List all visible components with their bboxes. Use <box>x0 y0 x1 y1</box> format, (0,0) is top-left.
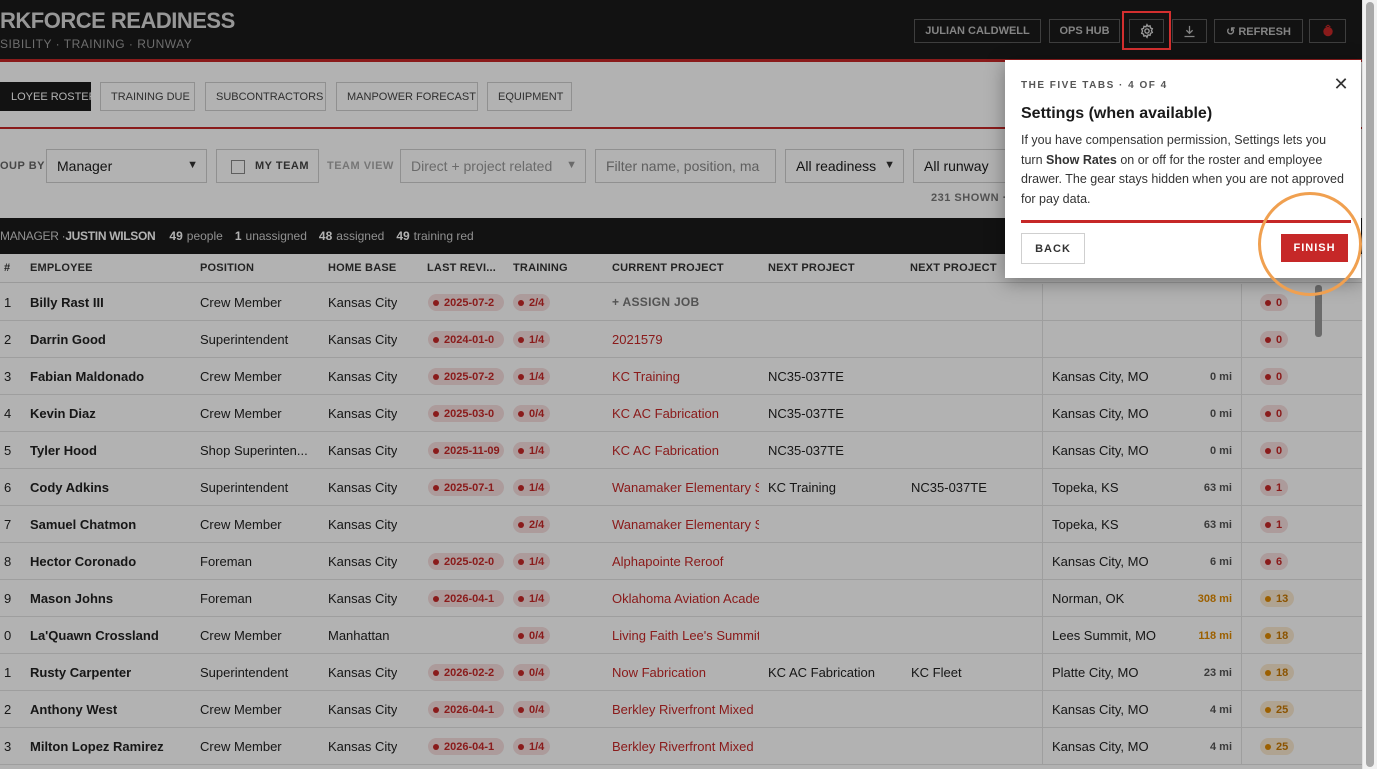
tour-step-label: THE FIVE TABS · 4 OF 4 <box>1021 80 1168 91</box>
finish-button-highlight-ring <box>1258 192 1362 296</box>
tour-highlight-settings <box>1122 11 1171 50</box>
close-icon[interactable]: ✕ <box>1333 74 1349 94</box>
back-button[interactable]: BACK <box>1021 233 1085 264</box>
tour-title: Settings (when available) <box>1021 105 1213 122</box>
page-scrollbar-thumb[interactable] <box>1366 2 1374 767</box>
tour-body-bold: Show Rates <box>1046 152 1117 167</box>
